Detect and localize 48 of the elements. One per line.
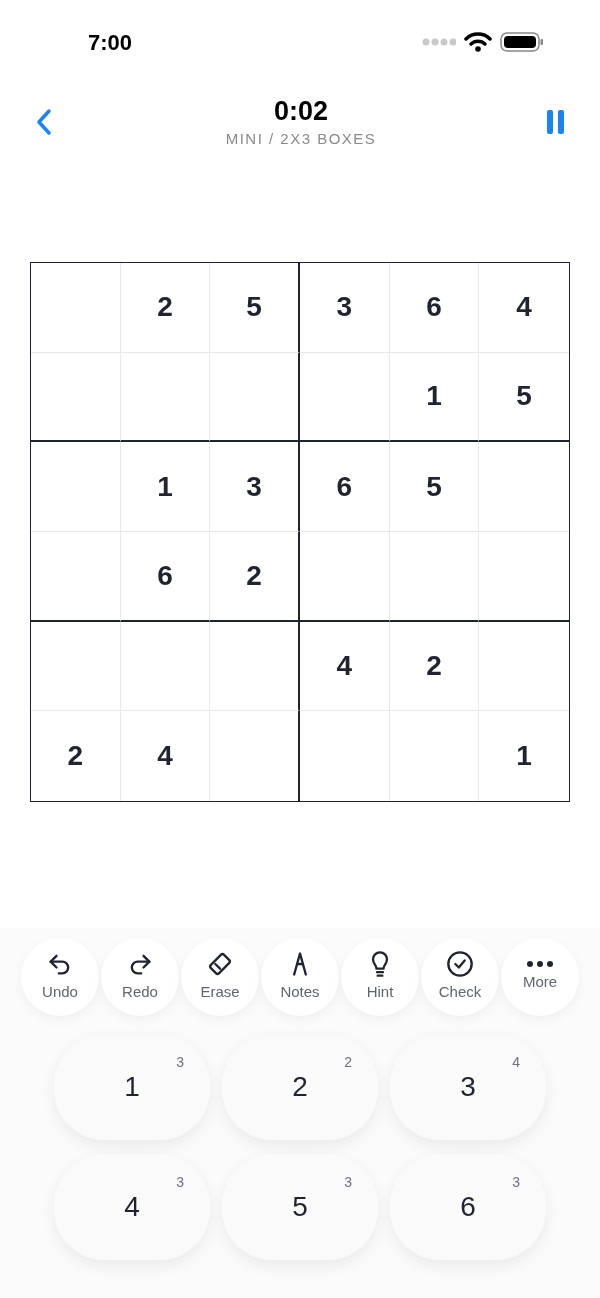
pause-icon[interactable] (546, 110, 566, 134)
tool-button[interactable]: Hint (341, 938, 419, 1016)
remaining-count: 3 (176, 1053, 184, 1072)
number-key[interactable]: 2 2 (222, 1034, 378, 1140)
remaining-count: 3 (512, 1173, 520, 1192)
number-key[interactable]: 3 4 (390, 1034, 546, 1140)
battery-icon (500, 31, 544, 53)
status-time: 7:00 (88, 28, 133, 57)
grid-cell[interactable]: 4 (479, 263, 569, 353)
grid-cell[interactable]: 6 (300, 442, 390, 532)
wifi-icon (464, 31, 492, 53)
tool-button[interactable]: Undo (21, 938, 99, 1016)
number-key[interactable]: 6 3 (390, 1154, 546, 1260)
remaining-count: 2 (344, 1053, 352, 1072)
grid-cell[interactable]: 3 (300, 263, 390, 353)
grid-cell[interactable] (210, 621, 300, 712)
remaining-count: 3 (344, 1173, 352, 1192)
grid-cell[interactable] (210, 352, 300, 443)
tool-button[interactable]: Notes (261, 938, 339, 1016)
grid-cell[interactable]: 5 (389, 442, 480, 532)
remaining-count: 4 (512, 1053, 520, 1072)
remaining-count: 3 (176, 1173, 184, 1192)
grid-cell[interactable]: 1 (120, 442, 211, 532)
signal-icon (422, 38, 456, 46)
tool-button[interactable]: Check (421, 938, 499, 1016)
grid-cell[interactable]: 5 (479, 352, 569, 443)
tool-button[interactable]: More (501, 938, 579, 1016)
number-key[interactable]: 4 3 (54, 1154, 210, 1260)
grid-cell[interactable]: 1 (389, 352, 480, 443)
grid-cell[interactable]: 2 (389, 621, 480, 712)
puzzle-subtitle: MINI / 2X3 BOXES (225, 128, 377, 149)
number-key[interactable]: 5 3 (222, 1154, 378, 1260)
grid-cell[interactable]: 6 (120, 532, 211, 622)
timer: 0:02 (273, 94, 328, 128)
grid-cell[interactable]: 4 (120, 711, 211, 801)
checkmark-circle-icon (446, 950, 474, 979)
tool-button[interactable]: Erase (181, 938, 259, 1016)
grid-cell[interactable]: 2 (31, 711, 121, 801)
more-icon (526, 960, 554, 969)
grid-cell[interactable]: 2 (210, 532, 300, 622)
grid-cell[interactable]: 6 (389, 263, 480, 353)
grid-cell[interactable]: 2 (120, 263, 211, 353)
grid-cell[interactable]: 4 (300, 621, 390, 712)
tool-button[interactable]: Redo (101, 938, 179, 1016)
grid-cell[interactable]: 5 (210, 263, 300, 353)
grid-cell[interactable]: 1 (479, 711, 569, 801)
number-key[interactable]: 1 3 (54, 1034, 210, 1140)
grid-cell[interactable]: 3 (210, 442, 300, 532)
